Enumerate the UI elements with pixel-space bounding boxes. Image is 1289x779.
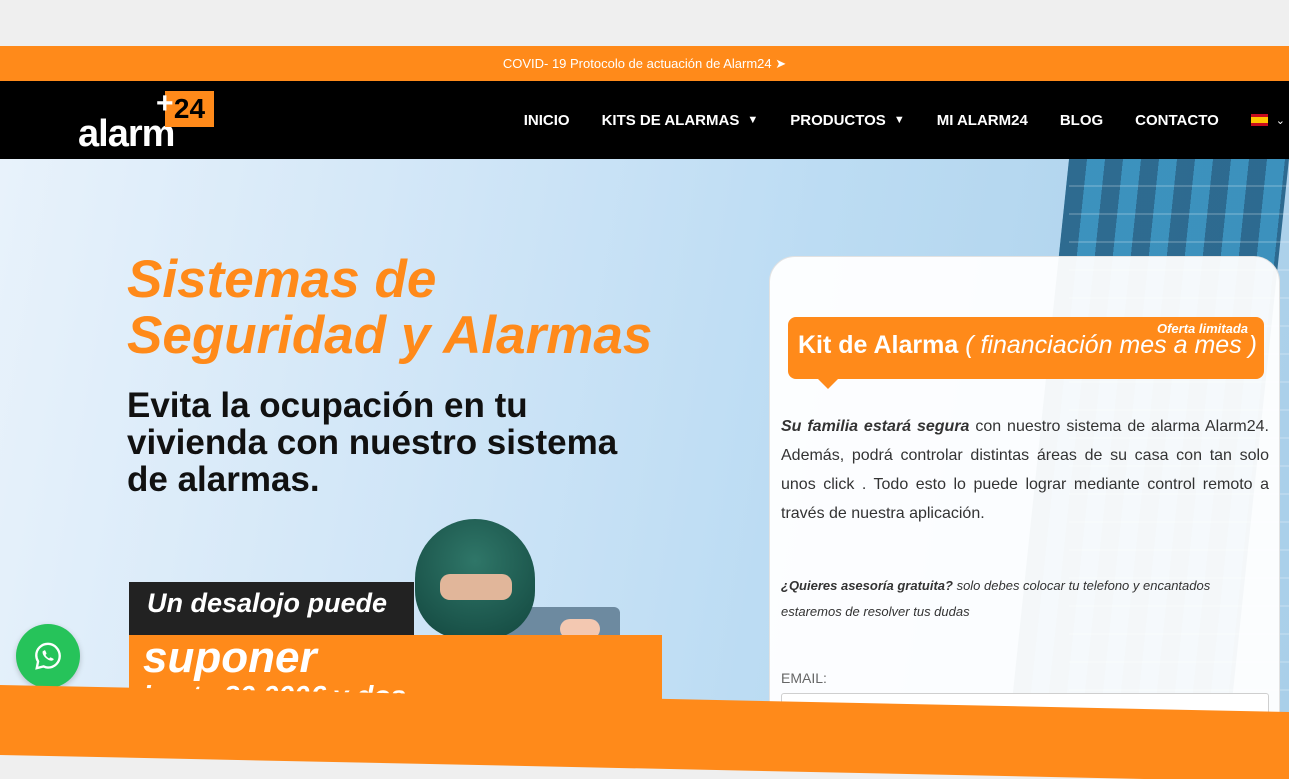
kit-title-main: Kit de Alarma — [798, 331, 959, 359]
covid-banner[interactable]: COVID- 19 Protocolo de actuación de Alar… — [0, 46, 1289, 81]
language-selector[interactable]: ⌄ — [1250, 114, 1285, 127]
email-label: EMAIL: — [781, 670, 827, 686]
logo-plus: + — [156, 87, 174, 120]
nav-item-mi-alarm24[interactable]: MI ALARM24 — [937, 112, 1028, 129]
free-advice-question: ¿Quieres asesoría gratuita? — [781, 578, 953, 593]
nav-item-label: CONTACTO — [1135, 111, 1219, 129]
nav-item-label: INICIO — [523, 111, 570, 129]
banner-big-text: suponer — [143, 633, 317, 682]
kit-financing: ( financiación mes a mes ) — [965, 331, 1257, 359]
whatsapp-button[interactable] — [16, 624, 80, 688]
nav-item-blog[interactable]: BLOG — [1060, 112, 1103, 129]
main-navbar: alarm 24 + INICIO KITS DE ALARMAS ▼ PROD… — [0, 81, 1289, 159]
nav-item-kits-de-alarmas[interactable]: KITS DE ALARMAS ▼ — [602, 112, 759, 129]
nav-item-label: BLOG — [1059, 111, 1104, 129]
spain-flag-icon — [1250, 114, 1268, 126]
browser-top-strip — [0, 0, 1289, 46]
kit-title: Kit de Alarma ( financiación mes a mes ) — [798, 331, 1257, 360]
alarm24-logo[interactable]: alarm 24 + — [78, 87, 218, 155]
banner-top-text: Un desalojo puede — [129, 582, 414, 635]
nav-item-productos[interactable]: PRODUCTOS ▼ — [790, 112, 904, 129]
chevron-down-icon: ⌄ — [1275, 114, 1285, 127]
card-description-bold: Su familia estará segura — [781, 418, 970, 435]
card-description: Su familia estará segura con nuestro sis… — [781, 412, 1269, 528]
chevron-down-icon: ▼ — [747, 114, 759, 126]
nav-item-inicio[interactable]: INICIO — [524, 112, 570, 129]
free-advice-text: ¿Quieres asesoría gratuita? solo debes c… — [781, 573, 1269, 625]
hero-subheadline: Evita la ocupación en tu vivienda con nu… — [127, 386, 618, 499]
nav-item-label: PRODUCTOS — [790, 111, 886, 129]
hero-headline: Sistemas de Seguridad y Alarmas — [127, 250, 653, 365]
nav-item-label: MI ALARM24 — [936, 111, 1028, 129]
lead-form-card: Oferta limitada Kit de Alarma ( financia… — [769, 256, 1280, 736]
nav-item-contacto[interactable]: CONTACTO — [1135, 112, 1219, 129]
nav-menu: INICIO KITS DE ALARMAS ▼ PRODUCTOS ▼ MI … — [524, 81, 1289, 159]
nav-item-label: KITS DE ALARMAS — [601, 111, 740, 129]
chevron-down-icon: ▼ — [893, 114, 905, 126]
kit-offer-tag: Oferta limitada Kit de Alarma ( financia… — [788, 317, 1264, 389]
covid-banner-text[interactable]: COVID- 19 Protocolo de actuación de Alar… — [503, 56, 786, 72]
whatsapp-icon — [35, 642, 61, 670]
